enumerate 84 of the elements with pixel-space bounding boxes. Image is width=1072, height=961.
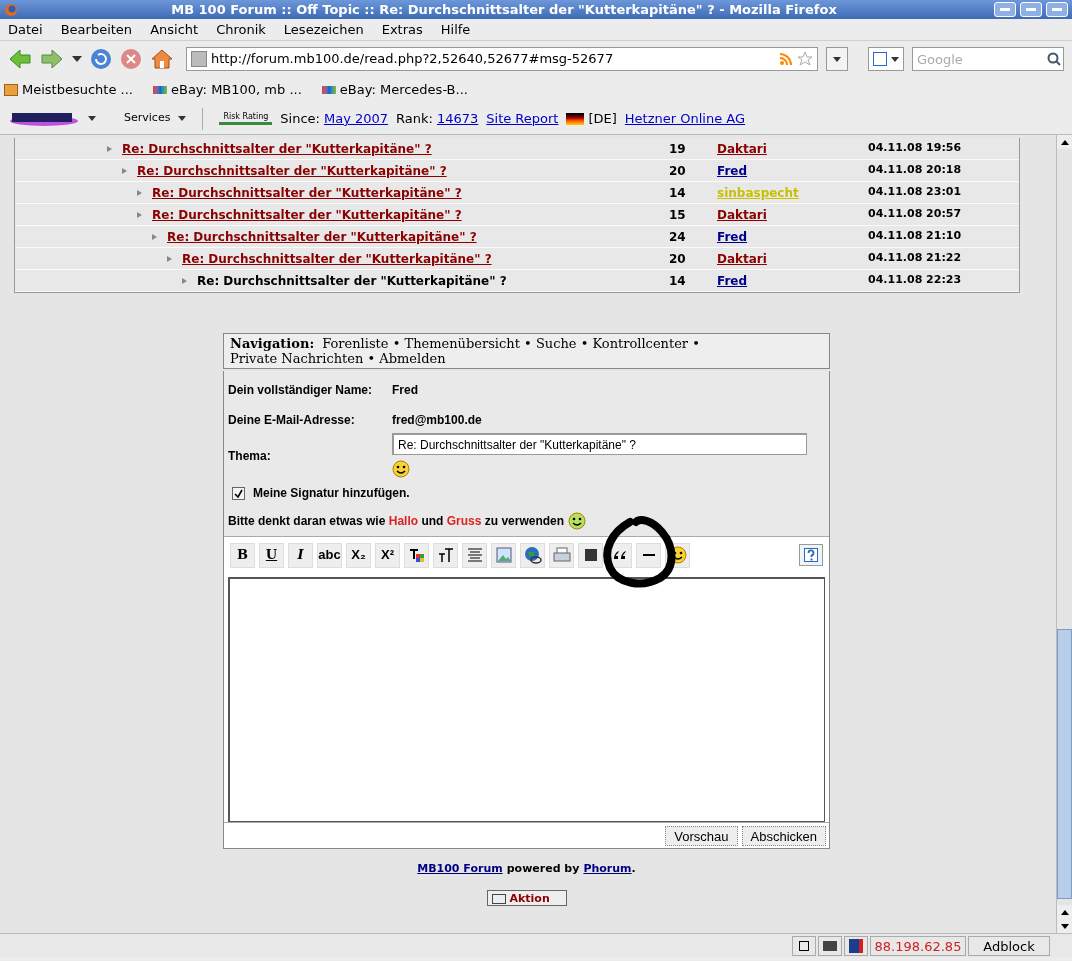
thread-subject[interactable]: Re: Durchschnittsalter der "Kutterkapitäne" ? (152, 183, 462, 202)
country-code: [DE] (588, 109, 617, 128)
navigation-label: Navigation: (230, 336, 315, 351)
author-link[interactable]: Fred (717, 273, 748, 288)
post-date: 04.11.08 20:57 (868, 206, 962, 223)
menu-item[interactable]: Datei (8, 19, 43, 40)
thread-subject[interactable]: Re: Durchschnittsalter der "Kutterkapitäne" ? (167, 227, 477, 246)
underline-button[interactable]: U (259, 542, 284, 568)
post-date: 04.11.08 22:23 (868, 272, 962, 289)
separator-dot: • (392, 336, 401, 351)
rank-link[interactable]: 14673 (436, 108, 479, 129)
reply-count: 15 (669, 206, 687, 224)
navigation-link[interactable]: Private Nachrichten (230, 351, 364, 366)
email-value: fred@mb100.de (392, 412, 482, 429)
window-title: MB 100 Forum :: Off Topic :: Re: Durchschnittsalter der "Kutterkapitäne" ? - Mozilla Firefox (170, 0, 838, 19)
since-label: Since: (280, 109, 320, 128)
since-link[interactable]: May 2007 (323, 108, 389, 129)
thread-subject[interactable]: Re: Durchschnittsalter der "Kutterkapitäne" ? (122, 139, 432, 158)
italic-button[interactable]: I (288, 542, 313, 568)
forum-link[interactable]: MB100 Forum (417, 861, 503, 878)
separator-dot: • (524, 336, 532, 351)
separator-dot: • (367, 351, 376, 366)
navigation-link[interactable]: Forenliste (322, 336, 389, 351)
bold-button[interactable]: B (230, 542, 255, 568)
sub-button[interactable]: X₂ (346, 542, 371, 568)
subject-label: Thema: (228, 447, 272, 465)
thread-subject: Re: Durchschnittsalter der "Kutterkapitäne" ? (197, 272, 507, 290)
period-text: . (631, 861, 636, 877)
post-date: 04.11.08 21:10 (868, 228, 962, 245)
author-link[interactable]: Daktari (717, 251, 767, 266)
navigation-link[interactable]: Kontrollcenter (592, 336, 689, 351)
post-date: 04.11.08 23:01 (868, 184, 962, 201)
post-date: 04.11.08 20:18 (868, 162, 962, 179)
greeting-hint: Bitte denkt daran etwas wie Hallo und Gruss zu verwenden (228, 513, 565, 530)
menu-item[interactable]: Ansicht (150, 19, 199, 40)
reply-count: 20 (669, 162, 687, 180)
separator-dot: • (692, 336, 700, 351)
thread-subject[interactable]: Re: Durchschnittsalter der "Kutterkapitäne" ? (137, 161, 447, 180)
reply-count: 14 (669, 272, 687, 290)
navigation-link[interactable]: Suche (535, 336, 577, 351)
post-date: 04.11.08 21:22 (868, 250, 962, 267)
strike-button[interactable]: abc (317, 542, 342, 568)
site-report-link[interactable]: Site Report (486, 108, 559, 129)
menu-item[interactable]: Hilfe (440, 19, 471, 40)
services-menu[interactable]: Services (124, 110, 171, 127)
name-value: Fred (392, 382, 418, 399)
navigation-link[interactable]: Abmelden (379, 351, 446, 366)
ip-address: 88.198.62.85 (870, 935, 966, 956)
menu-item[interactable]: Chronik (216, 19, 266, 40)
author-link[interactable]: Daktari (717, 141, 767, 156)
email-label: Deine E-Mail-Adresse: (228, 412, 356, 429)
menu-item[interactable]: Extras (381, 19, 423, 40)
subject-field[interactable]: Re: Durchschnittsalter der "Kutterkapitäne" ? (392, 433, 807, 455)
bookmark-item[interactable]: Meistbesuchte ... (4, 80, 133, 100)
post-date: 04.11.08 19:56 (868, 140, 962, 157)
adblock-status[interactable]: Adblock (968, 935, 1050, 956)
reply-count: 14 (669, 184, 687, 202)
action-button[interactable]: Aktion (486, 889, 567, 906)
phorum-link[interactable]: Phorum (583, 861, 632, 878)
sup-button[interactable]: X² (375, 542, 400, 568)
separator-dot: • (580, 336, 589, 351)
menu-item[interactable]: Bearbeiten (60, 19, 133, 40)
thread-subject[interactable]: Re: Durchschnittsalter der "Kutterkapitäne" ? (182, 249, 492, 268)
author-link[interactable]: Daktari (717, 207, 767, 222)
signature-label[interactable]: Meine Signatur hinzufügen. (253, 484, 410, 502)
reply-count: 20 (669, 250, 687, 268)
risk-rating-meter: Risk Rating (219, 112, 273, 125)
author-link[interactable]: Fred (717, 229, 748, 244)
reply-count: 19 (669, 140, 687, 158)
reply-count: 24 (669, 228, 687, 246)
powered-by-text: powered by (506, 861, 580, 877)
navigation-link[interactable]: Themenübersicht (404, 336, 520, 351)
bookmark-item[interactable]: eBay: MB100, mb ... (153, 80, 302, 100)
search-field[interactable]: Google (912, 47, 1064, 71)
menu-item[interactable]: Lesezeichen (283, 19, 364, 40)
rank-label: Rank: (396, 109, 433, 128)
name-label: Dein vollständiger Name: (228, 382, 374, 399)
submit-button[interactable]: Abschicken (741, 825, 826, 846)
thread-subject[interactable]: Re: Durchschnittsalter der "Kutterkapitäne" ? (152, 205, 462, 224)
author-link[interactable]: Fred (717, 163, 748, 178)
address-field[interactable]: http://forum.mb100.de/read.php?2,52640,52677#msg-52677 (186, 47, 818, 71)
host-link[interactable]: Hetzner Online AG (624, 108, 746, 129)
preview-button[interactable]: Vorschau (665, 825, 738, 846)
bookmark-item[interactable]: eBay: Mercedes-B... (321, 80, 468, 100)
